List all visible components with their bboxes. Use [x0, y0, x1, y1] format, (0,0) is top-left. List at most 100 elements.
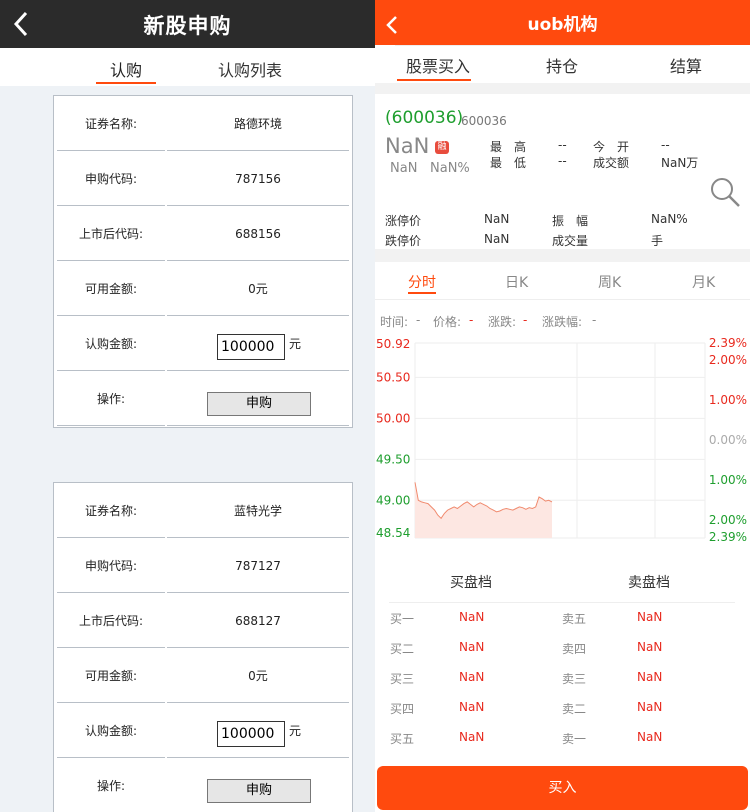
label-volume: 成交量	[552, 234, 589, 248]
label-operate: 操作:	[57, 760, 165, 812]
tab-settlement[interactable]: 结算	[670, 53, 702, 77]
screen-root: 新股申购 认购 认购列表 证券名称: 路德环境 申购代码: 787156 上市后…	[0, 0, 750, 812]
sell-level-label: 卖四	[562, 642, 587, 656]
y-tick-label: 48.54	[376, 526, 410, 540]
card-row-amount: 认购金额: 100000 元	[54, 705, 352, 760]
price-change: NaN	[390, 161, 418, 176]
divider	[389, 602, 735, 603]
label-limit-down: 跌停价	[385, 234, 422, 248]
amount-input[interactable]: 100000	[217, 334, 285, 360]
info-change-label: 涨跌:	[488, 315, 517, 329]
divider	[375, 83, 750, 94]
label-available: 可用金额:	[57, 263, 165, 316]
sell-depth-title: 卖盘档	[628, 575, 670, 591]
value-limit-up: NaN	[484, 212, 510, 226]
ipo-card: 证券名称: 路德环境 申购代码: 787156 上市后代码: 688156 可用…	[53, 95, 353, 428]
tab-buy-stock[interactable]: 股票买入	[406, 53, 470, 77]
label-list-code: 上市后代码:	[57, 208, 165, 261]
card-row-name: 证券名称: 蓝特光学	[54, 485, 352, 540]
amount-cell: 100000 元	[167, 318, 349, 371]
label-open: 今 开	[593, 140, 630, 154]
page-title: 新股申购	[143, 14, 232, 38]
buy-level-value: NaN	[459, 730, 485, 744]
label-list-code: 上市后代码:	[57, 595, 165, 648]
tab-bar: 股票买入 持仓 结算	[375, 45, 750, 83]
active-tab-indicator	[96, 82, 156, 84]
buy-level-label: 买二	[390, 642, 415, 656]
buy-level-label: 买一	[390, 612, 415, 626]
amount-input[interactable]: 100000	[217, 721, 285, 747]
sell-level-label: 卖五	[562, 612, 587, 626]
header-bar: uob机构	[375, 0, 750, 45]
label-name: 证券名称:	[57, 485, 165, 538]
buy-button[interactable]: 买入	[377, 766, 748, 810]
buy-level-value: NaN	[459, 700, 485, 714]
tab-daily-k[interactable]: 日K	[505, 272, 528, 292]
card-row-operate: 操作: 申购	[54, 760, 352, 812]
y-tick-label: 49.50	[376, 452, 410, 466]
value-name: 路德环境	[167, 98, 349, 151]
y-tick-label: 50.00	[376, 411, 410, 425]
value-open: --	[661, 138, 670, 152]
sell-level-value: NaN	[637, 730, 663, 744]
tab-weekly-k[interactable]: 周K	[598, 272, 621, 292]
label-amplitude: 振 幅	[552, 214, 589, 228]
divider	[375, 249, 750, 262]
label-amount: 认购金额:	[57, 705, 165, 758]
info-price-label: 价格:	[433, 315, 462, 329]
value-low: --	[558, 154, 567, 168]
card-row-available: 可用金额: 0元	[54, 263, 352, 318]
search-icon[interactable]	[709, 176, 741, 208]
label-low: 最 低	[490, 156, 527, 170]
value-high: --	[558, 138, 567, 152]
chart-tab-bar: 分时 日K 周K 月K	[375, 262, 750, 300]
current-price: NaN	[385, 134, 430, 158]
sell-level-value: NaN	[637, 640, 663, 654]
tab-positions[interactable]: 持仓	[546, 53, 578, 77]
spacer	[375, 548, 750, 560]
sell-level-value: NaN	[637, 670, 663, 684]
tab-bar: 认购 认购列表	[0, 48, 375, 86]
label-high: 最 高	[490, 140, 527, 154]
subscribe-button[interactable]: 申购	[207, 392, 311, 416]
sell-level-value: NaN	[637, 610, 663, 624]
label-name: 证券名称:	[57, 98, 165, 151]
active-tab-indicator	[408, 292, 436, 294]
value-name: 蓝特光学	[167, 485, 349, 538]
value-list-code: 688156	[167, 208, 349, 261]
pct-tick-label: 1.00%	[709, 473, 747, 487]
tab-subscribe[interactable]: 认购	[110, 57, 142, 81]
intraday-chart[interactable]: 50.92 50.50 50.00 49.50 49.00 48.54 2.39% 2.00%…	[375, 333, 750, 548]
label-sub-code: 申购代码:	[57, 153, 165, 206]
y-tick-label: 50.50	[376, 370, 410, 384]
tab-subscribe-list[interactable]: 认购列表	[218, 57, 282, 81]
price-area	[415, 482, 552, 538]
info-time-label: 时间:	[380, 315, 409, 329]
buy-level-label: 买四	[390, 702, 415, 716]
pct-tick-label: 0.00%	[709, 433, 747, 447]
buy-level-label: 买五	[390, 732, 415, 746]
value-limit-down: NaN	[484, 232, 510, 246]
tab-monthly-k[interactable]: 月K	[692, 272, 715, 292]
card-row-list-code: 上市后代码: 688127	[54, 595, 352, 650]
sell-level-label: 卖三	[562, 672, 587, 686]
sell-level-label: 卖二	[562, 702, 587, 716]
buy-level-value: NaN	[459, 640, 485, 654]
card-row-available: 可用金额: 0元	[54, 650, 352, 705]
tab-intraday[interactable]: 分时	[408, 272, 436, 292]
value-available: 0元	[167, 650, 349, 703]
y-tick-label: 49.00	[376, 493, 410, 507]
buy-level-label: 买三	[390, 672, 415, 686]
subscribe-button[interactable]: 申购	[207, 779, 311, 803]
value-available: 0元	[167, 263, 349, 316]
value-volume: 手	[651, 234, 664, 248]
pct-tick-label: 2.39%	[709, 530, 747, 544]
operate-cell: 申购	[167, 760, 349, 812]
card-row-name: 证券名称: 路德环境	[54, 98, 352, 153]
active-tab-indicator	[397, 79, 471, 81]
quote-panel: (600036) 600036 NaN 融 NaN NaN% 最 高 -- 今 …	[375, 94, 750, 249]
value-sub-code: 787127	[167, 540, 349, 593]
info-time-value: -	[416, 313, 421, 327]
page-title: uob机构	[527, 15, 598, 35]
unit-yuan: 元	[289, 724, 302, 738]
